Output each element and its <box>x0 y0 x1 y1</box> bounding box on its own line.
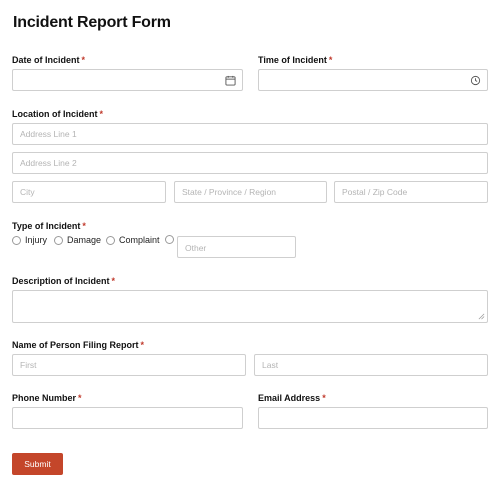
state-input[interactable]: State / Province / Region <box>174 181 327 203</box>
phone-label-text: Phone Number <box>12 393 77 403</box>
type-label: Type of Incident * <box>12 221 86 231</box>
time-label-text: Time of Incident <box>258 55 327 65</box>
radio-option-other[interactable] <box>165 235 174 244</box>
date-input[interactable] <box>12 69 243 91</box>
radio-option-complaint[interactable]: Complaint <box>106 235 160 245</box>
resize-handle-icon[interactable] <box>478 313 485 320</box>
radio-button[interactable] <box>106 235 115 245</box>
required-marker: * <box>328 55 333 65</box>
calendar-icon <box>225 75 236 86</box>
email-label: Email Address * <box>258 393 326 403</box>
state-placeholder: State / Province / Region <box>182 187 277 197</box>
address-line2-input[interactable]: Address Line 2 <box>12 152 488 174</box>
submit-button[interactable]: Submit <box>12 453 63 475</box>
type-label-text: Type of Incident <box>12 221 81 231</box>
time-label: Time of Incident * <box>258 55 332 65</box>
radio-option-injury[interactable]: Injury <box>12 235 47 245</box>
time-input[interactable] <box>258 69 488 91</box>
required-marker: * <box>322 393 326 403</box>
required-marker: * <box>111 276 116 286</box>
required-marker: * <box>140 340 145 350</box>
radio-button[interactable] <box>54 235 63 245</box>
required-marker: * <box>99 109 104 119</box>
date-label-text: Date of Incident <box>12 55 80 65</box>
form-title: Incident Report Form <box>13 14 171 31</box>
first-name-placeholder: First <box>20 360 37 370</box>
radio-label: Injury <box>25 235 48 245</box>
required-marker: * <box>78 393 82 403</box>
city-input[interactable]: City <box>12 181 166 203</box>
email-input[interactable] <box>258 407 488 429</box>
description-textarea[interactable] <box>12 290 488 323</box>
location-label-text: Location of Incident <box>12 109 98 119</box>
radio-label: Damage <box>67 235 102 245</box>
phone-label: Phone Number * <box>12 393 82 403</box>
other-placeholder: Other <box>185 243 207 253</box>
address-line1-input[interactable]: Address Line 1 <box>12 123 488 145</box>
last-name-input[interactable]: Last <box>254 354 488 376</box>
filer-label: Name of Person Filing Report * <box>12 340 144 350</box>
zip-input[interactable]: Postal / Zip Code <box>334 181 488 203</box>
date-label: Date of Incident * <box>12 55 85 65</box>
radio-label: Complaint <box>119 235 160 245</box>
description-label: Description of Incident * <box>12 276 115 286</box>
description-label-text: Description of Incident <box>12 276 110 286</box>
required-marker: * <box>82 221 86 231</box>
radio-button[interactable] <box>165 235 174 244</box>
radio-option-damage[interactable]: Damage <box>54 235 101 245</box>
required-marker: * <box>81 55 86 65</box>
first-name-input[interactable]: First <box>12 354 246 376</box>
email-label-text: Email Address <box>258 393 321 403</box>
other-input[interactable]: Other <box>177 236 296 258</box>
filer-label-text: Name of Person Filing Report <box>12 340 139 350</box>
last-name-placeholder: Last <box>262 360 279 370</box>
address-line2-placeholder: Address Line 2 <box>20 158 77 168</box>
city-placeholder: City <box>20 187 35 197</box>
phone-input[interactable] <box>12 407 243 429</box>
zip-placeholder: Postal / Zip Code <box>342 187 408 197</box>
location-label: Location of Incident * <box>12 109 103 119</box>
clock-icon <box>470 75 481 86</box>
address-line1-placeholder: Address Line 1 <box>20 129 77 139</box>
radio-button[interactable] <box>12 235 21 245</box>
